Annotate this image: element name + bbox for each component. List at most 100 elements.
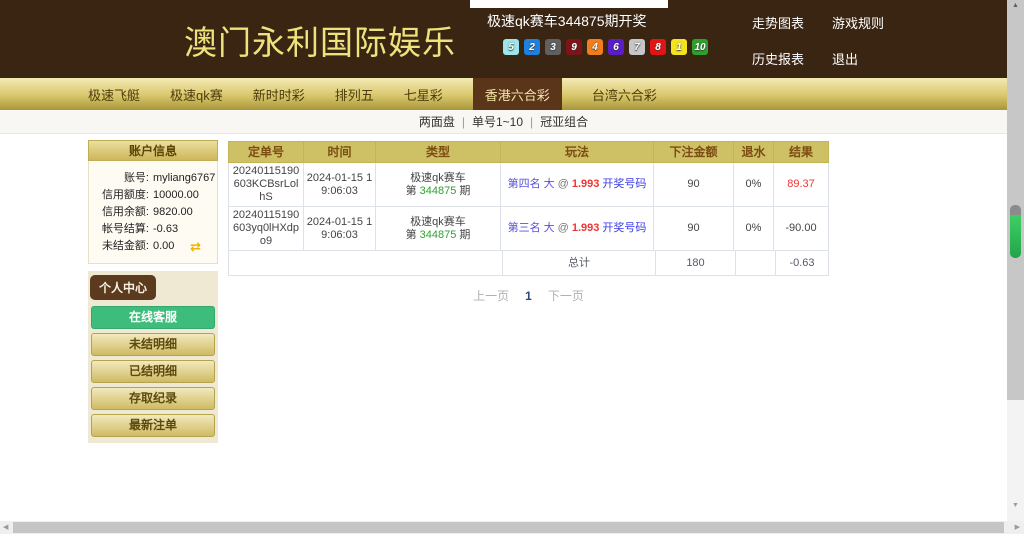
- odds-value: 1.993: [572, 178, 600, 191]
- total-label: 总计: [503, 251, 656, 275]
- column-header-2: 时间: [304, 142, 376, 162]
- account-field-value: 10000.00: [153, 187, 199, 204]
- draw-result-link[interactable]: 开奖号码: [602, 222, 646, 235]
- vertical-scrollbar-thumb[interactable]: [1010, 205, 1021, 258]
- rebate-cell: 0%: [734, 207, 774, 250]
- amount-cell: 90: [654, 207, 734, 250]
- play-name: 第三名 大: [508, 222, 555, 235]
- refresh-icon[interactable]: ⇄: [190, 238, 201, 255]
- trend-chart-link[interactable]: 走势图表: [752, 13, 832, 32]
- total-spacer: [229, 251, 503, 275]
- game-rules-link[interactable]: 游戏规则: [832, 13, 912, 32]
- type-cell: 极速qk赛车第 344875 期: [376, 163, 501, 206]
- subnav-item-1[interactable]: 两面盘: [419, 113, 455, 130]
- play-cell: 第四名 大@1.993开奖号码: [501, 163, 654, 206]
- table-row: 20240115190603KCBsrLolhS2024-01-15 19:06…: [229, 163, 828, 207]
- game-name: 极速qk赛车: [410, 172, 466, 185]
- column-header-3: 类型: [376, 142, 501, 162]
- deposit-withdraw-record-button[interactable]: 存取纪录: [91, 387, 215, 410]
- order-id-cell: 20240115190603KCBsrLolhS: [229, 163, 304, 206]
- site-header: 澳门永利国际娱乐 极速qk赛车344875期开奖 52394678110 走势图…: [0, 0, 1007, 78]
- nav-jisu-feiting[interactable]: 极速飞艇: [88, 78, 140, 110]
- period-number: 344875: [420, 185, 457, 197]
- lottery-ball-6: 6: [608, 39, 624, 55]
- vertical-scrollbar[interactable]: ▲ ▼: [1007, 0, 1024, 521]
- table-row: 20240115190603yq0lHXdpo92024-01-15 19:06…: [229, 207, 828, 251]
- account-field: 信用额度:10000.00: [93, 187, 213, 204]
- current-page-number[interactable]: 1: [525, 289, 532, 303]
- nav-hk-liuhecai[interactable]: 香港六合彩: [473, 78, 562, 110]
- next-page-button[interactable]: 下一页: [548, 287, 584, 304]
- total-amount: 180: [656, 251, 736, 275]
- lottery-ball-2: 2: [524, 39, 540, 55]
- subnav-item-3[interactable]: 冠亚组合: [540, 113, 588, 130]
- result-value: -90.00: [785, 222, 816, 235]
- lottery-ball-1: 1: [671, 39, 687, 55]
- lottery-ball-10: 10: [692, 39, 708, 55]
- history-report-link[interactable]: 历史报表: [752, 49, 832, 68]
- subnav-separator: |: [530, 115, 533, 129]
- period-line: 第 344875 期: [406, 229, 471, 242]
- subnav-separator: |: [462, 115, 465, 129]
- column-header-6: 退水: [734, 142, 774, 162]
- order-id-cell: 20240115190603yq0lHXdpo9: [229, 207, 304, 250]
- account-field: 未结金额:0.00 ⇄: [93, 238, 213, 255]
- nav-pailiewu[interactable]: 排列五: [335, 78, 374, 110]
- time-cell: 2024-01-15 19:06:03: [304, 207, 376, 250]
- period-suffix: 期: [456, 185, 470, 197]
- vertical-scrollbar-track[interactable]: [1007, 0, 1024, 400]
- play-name: 第四名 大: [508, 178, 555, 191]
- period-suffix: 期: [456, 229, 470, 241]
- nav-tw-liuhecai[interactable]: 台湾六合彩: [592, 78, 657, 110]
- account-field-value: 0.00: [153, 238, 174, 255]
- sidebar: 账户信息 账号:myliang6767信用额度:10000.00信用余额:982…: [88, 140, 218, 443]
- horizontal-scrollbar[interactable]: ◀ ▶: [0, 521, 1024, 534]
- draw-result-link[interactable]: 开奖号码: [602, 178, 646, 191]
- settled-detail-button[interactable]: 已结明细: [91, 360, 215, 383]
- nav-qixingcai[interactable]: 七星彩: [404, 78, 443, 110]
- latest-bets-button[interactable]: 最新注单: [91, 414, 215, 437]
- amount-cell: 90: [654, 163, 734, 206]
- lottery-ball-3: 3: [545, 39, 561, 55]
- total-rebate: [736, 251, 776, 275]
- online-service-button[interactable]: 在线客服: [91, 306, 215, 329]
- column-header-5: 下注金额: [654, 142, 734, 162]
- period-prefix: 第: [406, 229, 420, 241]
- account-field-label: 未结金额:: [93, 238, 149, 255]
- nav-jisu-qk-sai[interactable]: 极速qk赛: [170, 78, 223, 110]
- nav-xin-shishicai[interactable]: 新时时彩: [253, 78, 305, 110]
- subnav-item-2[interactable]: 单号1~10: [472, 113, 523, 130]
- logout-link[interactable]: 退出: [832, 49, 912, 68]
- scroll-right-arrow-icon[interactable]: ▶: [1015, 523, 1020, 531]
- table-body: 20240115190603KCBsrLolhS2024-01-15 19:06…: [228, 163, 829, 251]
- odds-value: 1.993: [572, 222, 600, 235]
- total-result: -0.63: [776, 251, 828, 275]
- column-header-4: 玩法: [501, 142, 654, 162]
- account-field-label: 信用额度:: [93, 187, 149, 204]
- horizontal-scrollbar-thumb[interactable]: [13, 522, 1004, 533]
- draw-announcement: 极速qk赛车344875期开奖: [487, 11, 647, 31]
- play-cell: 第三名 大@1.993开奖号码: [501, 207, 654, 250]
- pagination: 上一页 1 下一页: [228, 287, 829, 304]
- game-name: 极速qk赛车: [410, 216, 466, 229]
- time-cell: 2024-01-15 19:06:03: [304, 163, 376, 206]
- period-number: 344875: [420, 229, 457, 241]
- unsettled-detail-button[interactable]: 未结明细: [91, 333, 215, 356]
- scroll-left-arrow-icon[interactable]: ◀: [3, 523, 8, 531]
- table-total-row: 总计 180 -0.63: [228, 251, 829, 276]
- prev-page-button[interactable]: 上一页: [473, 287, 509, 304]
- result-cell: -90.00: [774, 207, 828, 250]
- header-links: 走势图表游戏规则历史报表退出: [752, 13, 912, 68]
- account-field-value: myliang6767: [153, 170, 215, 187]
- scroll-up-arrow-icon[interactable]: ▲: [1007, 2, 1024, 9]
- lottery-ball-5: 5: [503, 39, 519, 55]
- draw-result-balls: 52394678110: [503, 39, 708, 55]
- site-title: 澳门永利国际娱乐: [160, 16, 480, 64]
- scroll-down-arrow-icon[interactable]: ▼: [1007, 502, 1024, 509]
- main-nav: 极速飞艇极速qk赛新时时彩排列五七星彩香港六合彩台湾六合彩: [0, 78, 1007, 110]
- lottery-ball-8: 8: [650, 39, 666, 55]
- at-sign: @: [558, 178, 569, 191]
- lottery-ball-7: 7: [629, 39, 645, 55]
- at-sign: @: [558, 222, 569, 235]
- table-header-row: 定单号时间类型玩法下注金额退水结果: [228, 141, 829, 163]
